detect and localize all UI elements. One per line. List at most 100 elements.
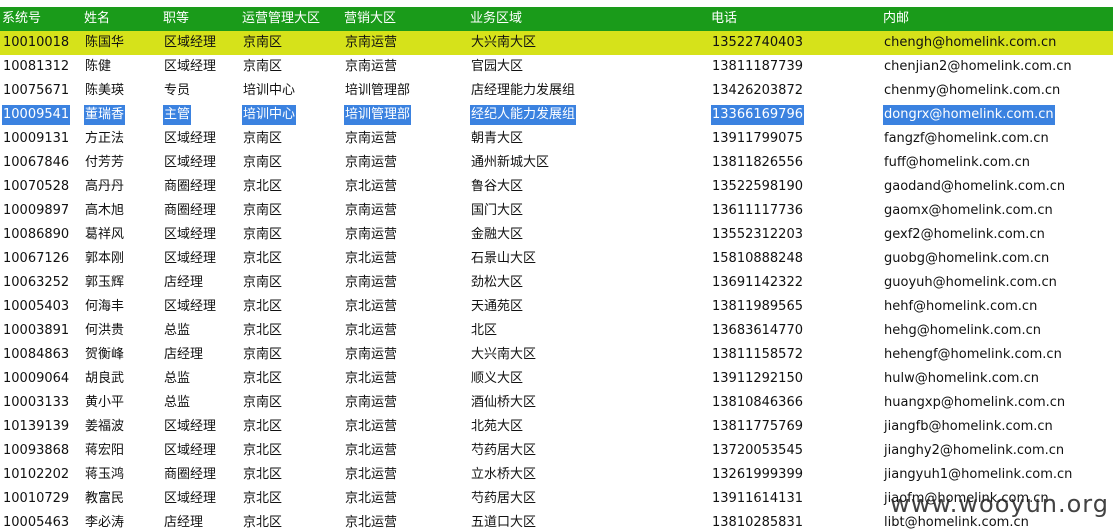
cell-rank[interactable]: 总监	[161, 391, 240, 415]
cell-rank[interactable]: 总监	[161, 367, 240, 391]
cell-email[interactable]: hehf@homelink.com.cn	[881, 295, 1113, 319]
cell-phone[interactable]: 13691142322	[709, 271, 881, 295]
cell-id[interactable]: 10010018	[0, 31, 82, 55]
cell-business-area[interactable]: 劲松大区	[468, 271, 709, 295]
cell-rank[interactable]: 区域经理	[161, 55, 240, 79]
cell-sales-region[interactable]: 京北运营	[342, 511, 468, 530]
cell-name[interactable]: 陈美瑛	[82, 79, 161, 103]
cell-rank[interactable]: 区域经理	[161, 439, 240, 463]
cell-phone[interactable]: 13522740403	[709, 31, 881, 55]
cell-ops-region[interactable]: 京南区	[240, 151, 342, 175]
cell-id[interactable]: 10084863	[0, 343, 82, 367]
cell-phone[interactable]: 13911799075	[709, 127, 881, 151]
cell-email[interactable]: guoyuh@homelink.com.cn	[881, 271, 1113, 295]
cell-rank[interactable]: 店经理	[161, 271, 240, 295]
cell-phone[interactable]: 13683614770	[709, 319, 881, 343]
cell-phone[interactable]: 13811826556	[709, 151, 881, 175]
cell-sales-region[interactable]: 京南运营	[342, 127, 468, 151]
cell-name[interactable]: 陈健	[82, 55, 161, 79]
cell-id[interactable]: 10102202	[0, 463, 82, 487]
cell-email[interactable]: jiangfb@homelink.com.cn	[881, 415, 1113, 439]
cell-name[interactable]: 付芳芳	[82, 151, 161, 175]
cell-phone[interactable]: 13911614131	[709, 487, 881, 511]
cell-name[interactable]: 何海丰	[82, 295, 161, 319]
cell-email[interactable]: chenmy@homelink.com.cn	[881, 79, 1113, 103]
cell-ops-region[interactable]: 京南区	[240, 55, 342, 79]
cell-name[interactable]: 郭本刚	[82, 247, 161, 271]
cell-id[interactable]: 10067126	[0, 247, 82, 271]
cell-rank[interactable]: 区域经理	[161, 151, 240, 175]
cell-sales-region[interactable]: 京南运营	[342, 31, 468, 55]
cell-rank[interactable]: 店经理	[161, 511, 240, 530]
table-row[interactable]: 10102202 蒋玉鸿 商圈经理 京北区 京北运营 立水桥大区 13261999399 ji…	[0, 463, 1113, 487]
table-row[interactable]: 10005403 何海丰 区域经理 京北区 京北运营 天通苑区 13811989565 heh…	[0, 295, 1113, 319]
cell-name[interactable]: 董瑞香	[82, 103, 161, 127]
cell-name[interactable]: 陈国华	[82, 31, 161, 55]
cell-email[interactable]: fangzf@homelink.com.cn	[881, 127, 1113, 151]
column-header-sales-region[interactable]: 营销大区	[342, 7, 468, 31]
cell-ops-region[interactable]: 京南区	[240, 271, 342, 295]
cell-business-area[interactable]: 通州新城大区	[468, 151, 709, 175]
cell-phone[interactable]: 13366169796	[709, 103, 881, 127]
cell-business-area[interactable]: 鲁谷大区	[468, 175, 709, 199]
cell-email[interactable]: hehengf@homelink.com.cn	[881, 343, 1113, 367]
cell-phone[interactable]: 13720053545	[709, 439, 881, 463]
cell-business-area[interactable]: 北区	[468, 319, 709, 343]
cell-business-area[interactable]: 大兴南大区	[468, 31, 709, 55]
table-row[interactable]: 10067846 付芳芳 区域经理 京南区 京南运营 通州新城大区 13811826556 f…	[0, 151, 1113, 175]
cell-business-area[interactable]: 金融大区	[468, 223, 709, 247]
cell-rank[interactable]: 区域经理	[161, 295, 240, 319]
cell-email[interactable]: gaomx@homelink.com.cn	[881, 199, 1113, 223]
cell-rank[interactable]: 主管	[161, 103, 240, 127]
table-row[interactable]: 10009131 方正法 区域经理 京南区 京南运营 朝青大区 13911799075 fan…	[0, 127, 1113, 151]
cell-email[interactable]: chengh@homelink.com.cn	[881, 31, 1113, 55]
cell-business-area[interactable]: 石景山大区	[468, 247, 709, 271]
cell-phone[interactable]: 13810285831	[709, 511, 881, 530]
table-row[interactable]: 10093868 蒋宏阳 区域经理 京北区 京北运营 芍药居大区 13720053545 ji…	[0, 439, 1113, 463]
cell-id[interactable]: 10075671	[0, 79, 82, 103]
cell-ops-region[interactable]: 京北区	[240, 367, 342, 391]
cell-name[interactable]: 高木旭	[82, 199, 161, 223]
cell-business-area[interactable]: 大兴南大区	[468, 343, 709, 367]
cell-business-area[interactable]: 立水桥大区	[468, 463, 709, 487]
cell-email[interactable]: guobg@homelink.com.cn	[881, 247, 1113, 271]
cell-business-area[interactable]: 芍药居大区	[468, 439, 709, 463]
cell-rank[interactable]: 专员	[161, 79, 240, 103]
cell-business-area[interactable]: 顺义大区	[468, 367, 709, 391]
cell-rank[interactable]: 商圈经理	[161, 175, 240, 199]
column-header-ops-region[interactable]: 运营管理大区	[240, 7, 342, 31]
cell-id[interactable]: 10005463	[0, 511, 82, 530]
cell-sales-region[interactable]: 京南运营	[342, 151, 468, 175]
cell-ops-region[interactable]: 京北区	[240, 319, 342, 343]
cell-name[interactable]: 胡良武	[82, 367, 161, 391]
cell-ops-region[interactable]: 京南区	[240, 343, 342, 367]
cell-rank[interactable]: 区域经理	[161, 415, 240, 439]
cell-ops-region[interactable]: 京北区	[240, 415, 342, 439]
cell-name[interactable]: 李必涛	[82, 511, 161, 530]
cell-phone[interactable]: 13810846366	[709, 391, 881, 415]
table-row[interactable]: 10063252 郭玉辉 店经理 京南区 京南运营 劲松大区 13691142322 guoy…	[0, 271, 1113, 295]
cell-sales-region[interactable]: 京北运营	[342, 175, 468, 199]
cell-id[interactable]: 10081312	[0, 55, 82, 79]
cell-business-area[interactable]: 店经理能力发展组	[468, 79, 709, 103]
cell-phone[interactable]: 13611117736	[709, 199, 881, 223]
cell-email[interactable]: dongrx@homelink.com.cn	[881, 103, 1113, 127]
cell-sales-region[interactable]: 京南运营	[342, 199, 468, 223]
table-row[interactable]: 10070528 高丹丹 商圈经理 京北区 京北运营 鲁谷大区 13522598190 gao…	[0, 175, 1113, 199]
cell-ops-region[interactable]: 京北区	[240, 463, 342, 487]
cell-id[interactable]: 10003133	[0, 391, 82, 415]
cell-rank[interactable]: 商圈经理	[161, 463, 240, 487]
column-header-name[interactable]: 姓名	[82, 7, 161, 31]
cell-rank[interactable]: 区域经理	[161, 247, 240, 271]
cell-sales-region[interactable]: 京北运营	[342, 439, 468, 463]
column-header-phone[interactable]: 电话	[709, 7, 881, 31]
cell-phone[interactable]: 13426203872	[709, 79, 881, 103]
cell-name[interactable]: 贺衡峰	[82, 343, 161, 367]
cell-phone[interactable]: 13811989565	[709, 295, 881, 319]
cell-id[interactable]: 10009541	[0, 103, 82, 127]
cell-ops-region[interactable]: 京北区	[240, 175, 342, 199]
table-row[interactable]: 10009064 胡良武 总监 京北区 京北运营 顺义大区 13911292150 hulw@…	[0, 367, 1113, 391]
column-header-id[interactable]: 系统号	[0, 7, 82, 31]
cell-ops-region[interactable]: 培训中心	[240, 103, 342, 127]
cell-phone[interactable]: 13261999399	[709, 463, 881, 487]
